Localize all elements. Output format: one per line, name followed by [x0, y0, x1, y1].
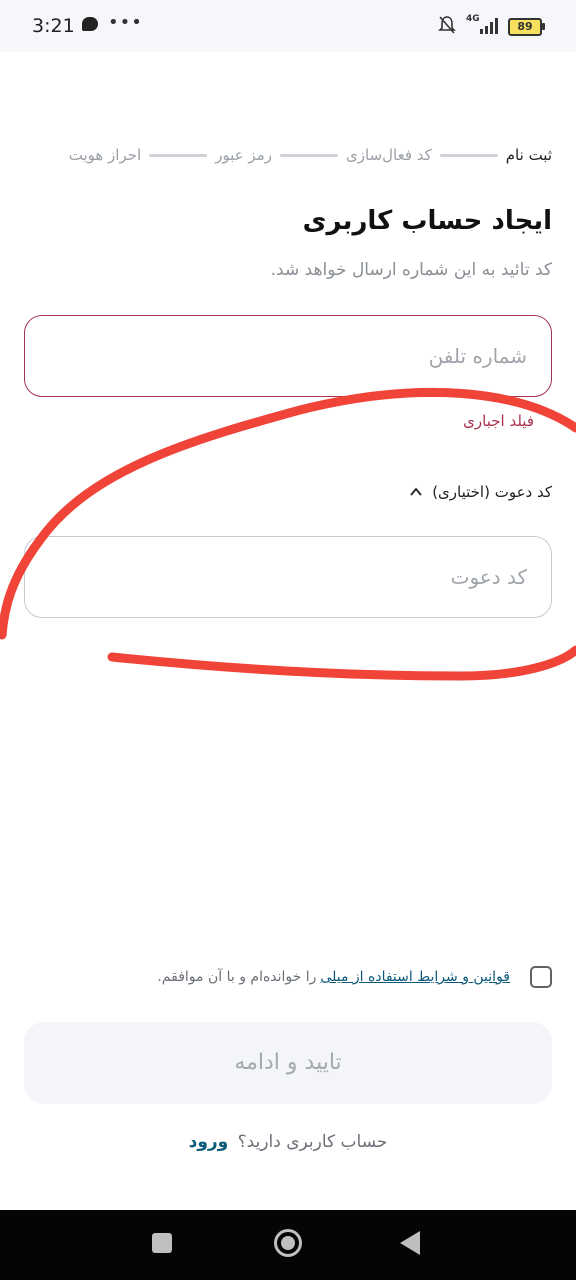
mute-bell-icon: [438, 16, 456, 34]
terms-text: را خوانده‌ام و با آن موافقم.: [157, 969, 317, 985]
phone-error-message: فیلد اجباری: [463, 412, 534, 430]
battery-icon: 89: [508, 18, 542, 36]
status-time: 3:21: [32, 15, 75, 37]
invite-code-input[interactable]: [24, 536, 552, 618]
page-subtitle: کد تائید به این شماره ارسال خواهد شد.: [270, 260, 552, 280]
step-signup: ثبت نام: [505, 146, 552, 164]
home-icon-center: [281, 1236, 295, 1250]
step-identity-verification: احراز هویت: [68, 146, 142, 164]
login-link[interactable]: ورود: [189, 1132, 229, 1152]
back-icon[interactable]: [400, 1231, 420, 1255]
confirm-continue-button[interactable]: تایید و ادامه: [24, 1022, 552, 1104]
terms-link[interactable]: قوانین و شرایط استفاده از میلی: [320, 969, 510, 985]
step-connector: [279, 153, 338, 157]
phone-number-input[interactable]: [24, 315, 552, 397]
status-bar: 3:21 ••• 4G 89: [0, 0, 576, 52]
recent-apps-icon[interactable]: [152, 1233, 172, 1253]
invite-code-toggle-label: کد دعوت (اختیاری): [432, 483, 552, 501]
chevron-up-icon: [410, 487, 422, 496]
step-password: رمز عبور: [215, 146, 272, 164]
step-connector: [149, 153, 208, 157]
terms-row: قوانین و شرایط استفاده از میلی را خوانده…: [157, 966, 552, 988]
chat-notification-icon: [82, 17, 98, 31]
page-title: ایجاد حساب کاربری: [302, 206, 552, 236]
login-prompt: حساب کاربری دارید؟: [237, 1132, 388, 1152]
battery-tip: [542, 23, 545, 30]
invite-code-toggle[interactable]: کد دعوت (اختیاری): [410, 483, 552, 501]
step-activation-code: کد فعال‌سازی: [345, 146, 432, 164]
terms-checkbox[interactable]: [530, 966, 552, 988]
step-connector: [439, 153, 498, 157]
login-row: حساب کاربری دارید؟ ورود: [0, 1132, 576, 1152]
registration-stepper: ثبت نام کد فعال‌سازی رمز عبور احراز هویت: [24, 143, 552, 167]
signal-icon: [480, 18, 498, 34]
more-notifications-icon: •••: [108, 12, 143, 33]
